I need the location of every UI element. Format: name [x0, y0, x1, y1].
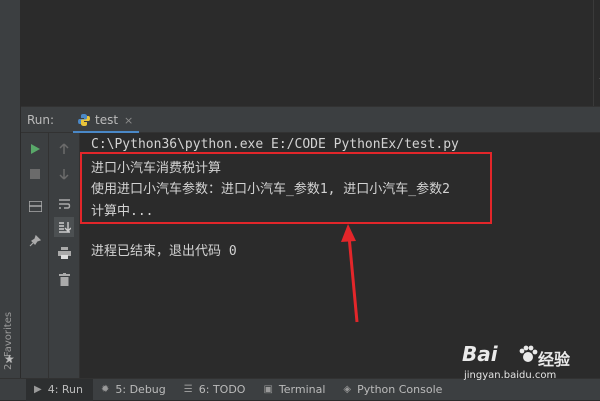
todo-icon: ☰ [183, 384, 193, 395]
pin-tab-button[interactable] [25, 231, 45, 251]
editor-area [21, 0, 600, 106]
tab-python-console-label: Python Console [357, 383, 443, 396]
clear-all-button[interactable] [54, 269, 74, 289]
tab-todo[interactable]: ☰ 6: TODO [176, 379, 256, 401]
tab-run-label: 4: Run [47, 383, 83, 396]
rerun-button[interactable] [25, 139, 45, 159]
up-stack-button[interactable] [54, 139, 74, 159]
baidu-watermark: Bai 经验 jingyan.baidu.com [462, 342, 587, 390]
watermark-brand: Bai [462, 342, 498, 366]
trash-icon [58, 272, 70, 286]
scroll-end-icon [58, 222, 71, 233]
scroll-to-end-button[interactable] [54, 217, 74, 237]
arrow-down-icon [59, 169, 69, 180]
bug-icon: ✹ [101, 384, 110, 395]
stop-icon [30, 169, 40, 179]
print-icon [57, 247, 71, 259]
layout-icon [28, 200, 42, 212]
play-icon [31, 144, 40, 154]
close-icon[interactable]: × [124, 114, 133, 127]
stop-button[interactable] [25, 164, 45, 184]
tab-debug-label: 5: Debug [115, 383, 166, 396]
run-tab-label: test [95, 113, 119, 127]
python-icon: ◈ [343, 384, 352, 395]
console-command-line: C:\Python36\python.exe E:/CODE PythonEx/… [91, 137, 459, 152]
wrap-icon [58, 199, 70, 209]
watermark-url: jingyan.baidu.com [464, 370, 557, 381]
paw-icon [519, 345, 538, 362]
terminal-icon: ▣ [263, 384, 273, 395]
run-label: Run: [27, 113, 55, 127]
soft-wrap-button[interactable] [54, 194, 74, 214]
tab-python-console[interactable]: ◈ Python Console [335, 379, 452, 401]
tab-terminal[interactable]: ▣ Terminal [255, 379, 335, 401]
print-button[interactable] [54, 243, 74, 263]
arrow-up-icon [59, 143, 69, 154]
tab-todo-label: 6: TODO [198, 383, 246, 396]
python-icon [78, 114, 90, 126]
run-toolbar-primary [21, 133, 49, 378]
tab-terminal-label: Terminal [278, 383, 326, 396]
star-icon[interactable]: ★ [4, 352, 15, 366]
highlight-box [80, 152, 492, 224]
favorites-strip: 2: Favorites ★ [0, 0, 21, 378]
console-exit-line: 进程已结束，退出代码 0 [91, 244, 237, 259]
run-panel-header: Run: test × [21, 106, 600, 133]
run-toolbar-secondary [49, 133, 80, 378]
watermark-cn: 经验 [538, 350, 571, 369]
run-tab-test[interactable]: test × [73, 109, 140, 133]
annotation-arrow-icon [341, 224, 359, 323]
editor-right-margin [593, 0, 594, 106]
pin-icon [29, 235, 41, 247]
restore-layout-button[interactable] [25, 196, 45, 216]
down-stack-button[interactable] [54, 164, 74, 184]
run-icon: ▶ [34, 384, 42, 395]
tab-run[interactable]: ▶ 4: Run [26, 378, 93, 401]
tab-debug[interactable]: ✹ 5: Debug [93, 379, 176, 401]
